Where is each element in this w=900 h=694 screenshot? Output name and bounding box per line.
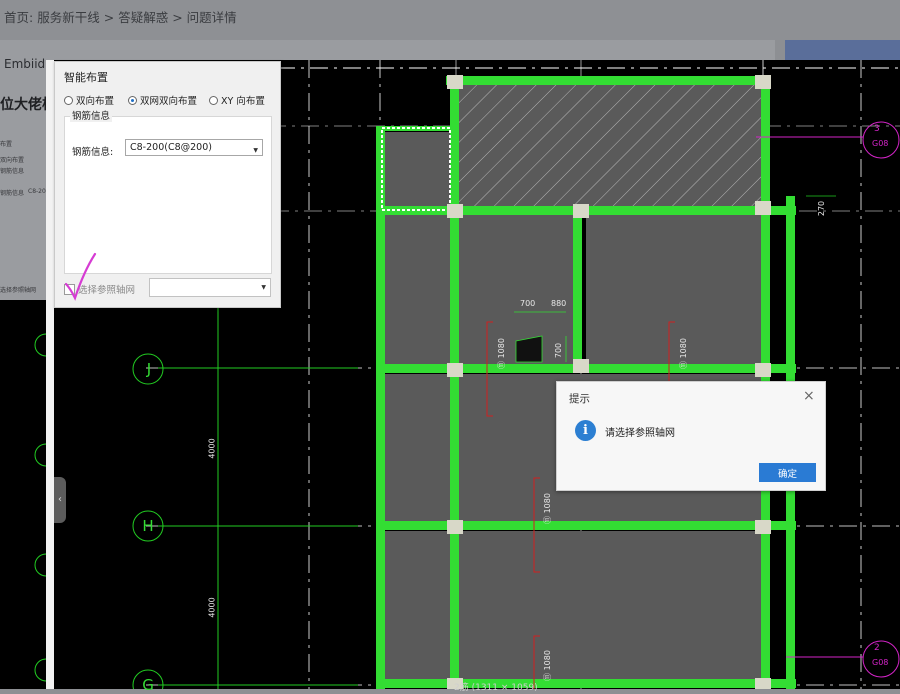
dimension-text: 880 bbox=[551, 299, 567, 308]
background-tiny-label: 双向布置 bbox=[0, 157, 25, 164]
rebar-group-title: 钢筋信息 bbox=[70, 108, 113, 122]
info-icon: i bbox=[575, 420, 596, 441]
background-cad-strip bbox=[0, 300, 58, 689]
chevron-down-icon: ▼ bbox=[253, 147, 258, 154]
background-embed-label: Embiid bbox=[4, 57, 46, 71]
cad-left-border bbox=[46, 60, 54, 689]
right-axis-sub: G08 bbox=[872, 658, 889, 667]
background-tiny-label: 钢筋信息 bbox=[0, 190, 25, 197]
ref-grid-select[interactable]: ▼ bbox=[149, 278, 271, 297]
radio-xy[interactable]: XY 向布置 bbox=[209, 93, 265, 107]
radio-circle-icon[interactable] bbox=[64, 95, 73, 105]
dialog-title: 提示 bbox=[569, 393, 590, 405]
ok-button[interactable]: 确定 bbox=[759, 463, 816, 482]
rebar-callout-text: ⑪ 1080 bbox=[542, 493, 552, 524]
prompt-dialog: 提示 × i 请选择参照轴网 确定 bbox=[556, 381, 826, 491]
breadcrumb-detail: 问题详情 bbox=[186, 10, 237, 25]
axis-label-h: H bbox=[142, 517, 154, 535]
dimension-text: 700 bbox=[520, 299, 536, 308]
right-axis-num: 3 bbox=[874, 124, 880, 134]
radio-label: 双网双向布置 bbox=[140, 96, 198, 107]
background-page-header-block bbox=[785, 40, 900, 62]
collapse-panel-tab[interactable]: ‹ bbox=[54, 477, 66, 523]
breadcrumb-service[interactable]: 服务新干线 bbox=[37, 10, 100, 25]
background-tiny-label: C8-20 bbox=[28, 188, 46, 195]
breadcrumb: 首页: 服务新干线 > 答疑解惑 > 问题详情 bbox=[4, 7, 237, 26]
chevron-down-icon: ▼ bbox=[261, 284, 266, 291]
axis-label-j: J bbox=[146, 360, 152, 378]
radio-circle-icon[interactable] bbox=[209, 95, 218, 105]
radio-label: XY 向布置 bbox=[221, 96, 265, 107]
rebar-info-select[interactable]: C8-200(C8@200) ▼ bbox=[125, 139, 263, 156]
right-axis-num: 2 bbox=[874, 643, 880, 653]
hand-drawn-check-icon bbox=[64, 252, 97, 301]
background-tiny-label: 钢筋信息 bbox=[0, 168, 25, 175]
rebar-info-value: C8-200(C8@200) bbox=[130, 142, 212, 153]
radio-double-mesh[interactable]: 双网双向布置 bbox=[128, 93, 197, 107]
rebar-callout-text: ⑪ 1080 bbox=[678, 338, 688, 369]
rebar-callout-text: ⑪ 1080 bbox=[542, 650, 552, 681]
breadcrumb-home[interactable]: 首页 bbox=[4, 10, 29, 25]
dimension-text: 700 bbox=[554, 342, 564, 359]
rebar-info-label: 钢筋信息: bbox=[72, 147, 114, 158]
dimension-text: 270 bbox=[817, 200, 827, 217]
bottom-note: 2筋 (1311 × 1059) bbox=[454, 683, 538, 693]
radio-circle-icon[interactable] bbox=[128, 95, 137, 105]
breadcrumb-qa[interactable]: 答疑解惑 bbox=[118, 10, 168, 25]
axis-label-g: G bbox=[142, 676, 154, 694]
dialog-message: 请选择参照轴网 bbox=[605, 428, 675, 439]
close-icon[interactable]: × bbox=[803, 388, 815, 404]
right-axis-sub: G08 bbox=[872, 139, 889, 148]
dimension-text: 4000 bbox=[207, 438, 217, 459]
background-tiny-label: 布置 bbox=[0, 141, 13, 148]
breadcrumb-separator: > bbox=[172, 10, 183, 25]
rebar-callout-text: ⑪ 1080 bbox=[496, 338, 506, 369]
breadcrumb-separator: : bbox=[29, 10, 34, 25]
radio-bidirectional[interactable]: 双向布置 bbox=[64, 93, 114, 107]
breadcrumb-separator: > bbox=[103, 10, 115, 25]
radio-label: 双向布置 bbox=[76, 96, 115, 107]
panel-title: 智能布置 bbox=[64, 71, 108, 84]
background-tiny-label: 选择参照轴网 bbox=[0, 287, 37, 294]
dimension-text: 4000 bbox=[207, 597, 217, 618]
